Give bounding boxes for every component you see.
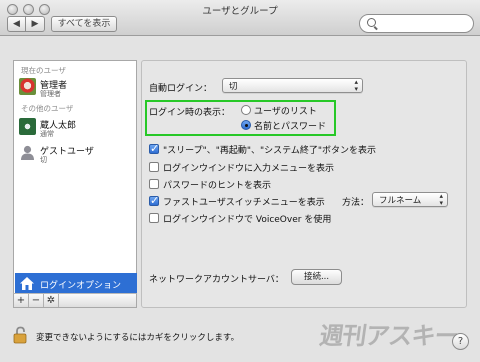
back-arrow-icon: ◀ — [13, 19, 20, 29]
join-button[interactable]: 接続... — [291, 269, 342, 285]
method-label: 方法： — [342, 198, 370, 208]
show-all-button[interactable]: すべてを表示 — [51, 16, 117, 32]
radio-name-password[interactable] — [241, 120, 251, 130]
watermark-logo: 週刊アスキー — [317, 322, 460, 350]
kurando-avatar-icon — [19, 118, 36, 135]
search-icon — [367, 18, 376, 27]
user-name: ゲストユーザ — [40, 147, 94, 157]
auto-login-label: 自動ログイン： — [149, 84, 213, 94]
auto-login-popup[interactable]: 切 ▴ ▾ — [222, 78, 363, 93]
network-server-label: ネットワークアカウントサーバ： — [149, 275, 284, 285]
user-role: 通常 — [40, 130, 54, 138]
user-row-admin[interactable]: 管理者 管理者 — [14, 75, 136, 99]
help-button[interactable]: ? — [452, 333, 469, 350]
user-row-guest[interactable]: ゲストユーザ 切 — [14, 141, 136, 165]
auto-login-value: 切 — [229, 82, 238, 92]
user-role: 管理者 — [40, 90, 61, 98]
user-list-sidebar: 現在のユーザ 管理者 管理者 その他のユーザ 蔵人太郎 通常 ゲストユーザ 切 … — [13, 60, 137, 308]
method-popup[interactable]: フルネーム ▴ ▾ — [372, 192, 448, 207]
updown-arrows-icon: ▴ ▾ — [439, 192, 443, 207]
checkbox-input-menu[interactable] — [149, 162, 159, 172]
checkbox-fast-user-switch-label: ファストユーザスイッチメニューを表示 — [163, 198, 325, 208]
house-icon — [20, 277, 34, 290]
window-titlebar: ユーザとグループ ◀ ▶ すべてを表示 — [0, 0, 480, 36]
user-role: 切 — [40, 156, 47, 164]
radio-name-password-label: 名前とパスワード — [254, 122, 327, 132]
checkbox-fast-user-switch[interactable] — [149, 194, 159, 208]
gear-icon[interactable]: ✲ — [44, 294, 59, 307]
guest-avatar-icon — [21, 145, 34, 160]
search-field[interactable] — [359, 14, 474, 33]
sidebar-item-login-options[interactable]: ログインオプション — [15, 273, 137, 295]
user-row-kurando[interactable]: 蔵人太郎 通常 — [14, 115, 136, 139]
checkbox-show-buttons[interactable] — [149, 142, 159, 156]
login-options-label: ログインオプション — [40, 281, 122, 291]
back-button[interactable]: ◀ — [7, 16, 26, 32]
checkbox-password-hints-label: パスワードのヒントを表示 — [163, 181, 272, 191]
forward-arrow-icon: ▶ — [31, 19, 39, 29]
other-users-header: その他のユーザ — [21, 104, 74, 113]
checkbox-input-menu-label: ログインウインドウに入力メニューを表示 — [163, 164, 335, 174]
checkbox-show-buttons-label: "スリープ"、"再起動"、"システム終了"ボタンを表示 — [163, 146, 377, 156]
lock-icon[interactable] — [13, 326, 27, 344]
updown-arrows-icon: ▴ ▾ — [354, 78, 358, 93]
admin-avatar-icon — [19, 78, 36, 95]
add-user-button[interactable]: + — [14, 294, 29, 307]
checkbox-voiceover-label: ログインウインドウで VoiceOver を使用 — [163, 215, 332, 225]
checkbox-voiceover[interactable] — [149, 213, 159, 223]
forward-button[interactable]: ▶ — [26, 16, 45, 32]
radio-user-list[interactable] — [241, 105, 251, 115]
radio-user-list-label: ユーザのリスト — [254, 107, 317, 117]
login-display-label: ログイン時の表示： — [149, 108, 231, 118]
remove-user-button[interactable]: − — [29, 294, 44, 307]
sidebar-toolbar: + − ✲ — [13, 293, 137, 308]
checkbox-password-hints[interactable] — [149, 179, 159, 189]
method-value: フルネーム — [379, 196, 422, 206]
lock-hint-text: 変更できないようにするにはカギをクリックします。 — [36, 333, 240, 343]
